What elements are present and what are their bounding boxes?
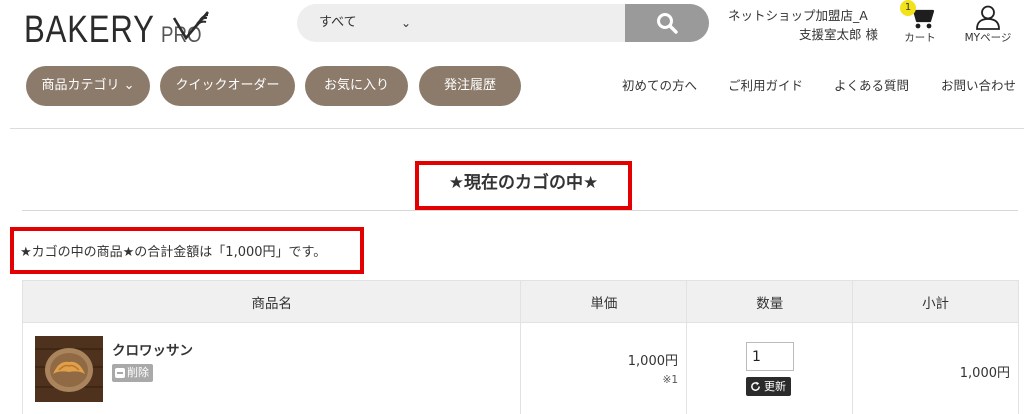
unit-price: 1,000円 <box>627 354 678 369</box>
cart-label: カート <box>904 32 936 44</box>
nav-quick-order[interactable]: クイックオーダー <box>160 66 295 106</box>
link-usage-guide[interactable]: ご利用ガイド <box>728 66 803 106</box>
nav-product-category[interactable]: 商品カテゴリ ⌄ <box>26 66 150 106</box>
link-contact[interactable]: お問い合わせ <box>941 66 1016 106</box>
wheat-icon <box>172 11 209 41</box>
table-row <box>21 322 1019 414</box>
cart-count-badge: 1 <box>900 0 916 16</box>
mypage-label: MYページ <box>964 32 1012 44</box>
title-divider <box>22 210 1018 211</box>
croissant-image <box>35 336 103 402</box>
search-bar: すべて ⌄ <box>297 4 709 42</box>
cart-button[interactable]: 1 カート <box>896 0 944 46</box>
logo-main-text: BAKERY <box>24 9 155 51</box>
refresh-icon <box>751 381 760 391</box>
delete-button[interactable]: 削除 <box>112 364 153 382</box>
user-name: 支援室太郎 様 <box>799 27 878 42</box>
table-header-row: 商品名 単価 数量 小計 <box>21 280 1019 323</box>
col-header-product: 商品名 <box>21 280 522 323</box>
col-header-unit-price: 単価 <box>520 280 688 323</box>
quantity-field[interactable] <box>746 342 794 371</box>
account-info: ネットショップ加盟店_A 支援室太郎 様 <box>728 6 878 44</box>
header-divider <box>10 128 1024 129</box>
cart-summary-text: ★カゴの中の商品★の合計金額は「1,000円」です。 <box>20 245 327 260</box>
row-subtotal: 1,000円 <box>959 366 1010 381</box>
search-icon <box>657 13 678 34</box>
minus-icon <box>115 368 125 378</box>
user-icon <box>976 5 1000 30</box>
update-label: 更新 <box>764 380 786 393</box>
mypage-button[interactable]: MYページ <box>958 4 1018 46</box>
update-button[interactable]: 更新 <box>746 377 791 396</box>
nav-order-history[interactable]: 発注履歴 <box>419 66 521 106</box>
col-header-subtotal: 小計 <box>852 280 1019 323</box>
col-header-quantity: 数量 <box>686 280 854 323</box>
nav-favorites[interactable]: お気に入り <box>305 66 408 106</box>
product-name[interactable]: クロワッサン <box>112 339 193 359</box>
search-button[interactable] <box>625 4 709 42</box>
search-category-select[interactable]: すべて <box>319 4 357 42</box>
page-title: ★現在のカゴの中★ <box>448 173 599 193</box>
price-note: ※1 <box>662 374 678 386</box>
product-image[interactable] <box>35 336 103 402</box>
shop-name: ネットショップ加盟店_A <box>728 8 868 23</box>
link-first-time[interactable]: 初めての方へ <box>622 66 697 106</box>
delete-label: 削除 <box>127 366 149 379</box>
link-faq[interactable]: よくある質問 <box>834 66 909 106</box>
chevron-down-icon[interactable]: ⌄ <box>401 4 411 42</box>
